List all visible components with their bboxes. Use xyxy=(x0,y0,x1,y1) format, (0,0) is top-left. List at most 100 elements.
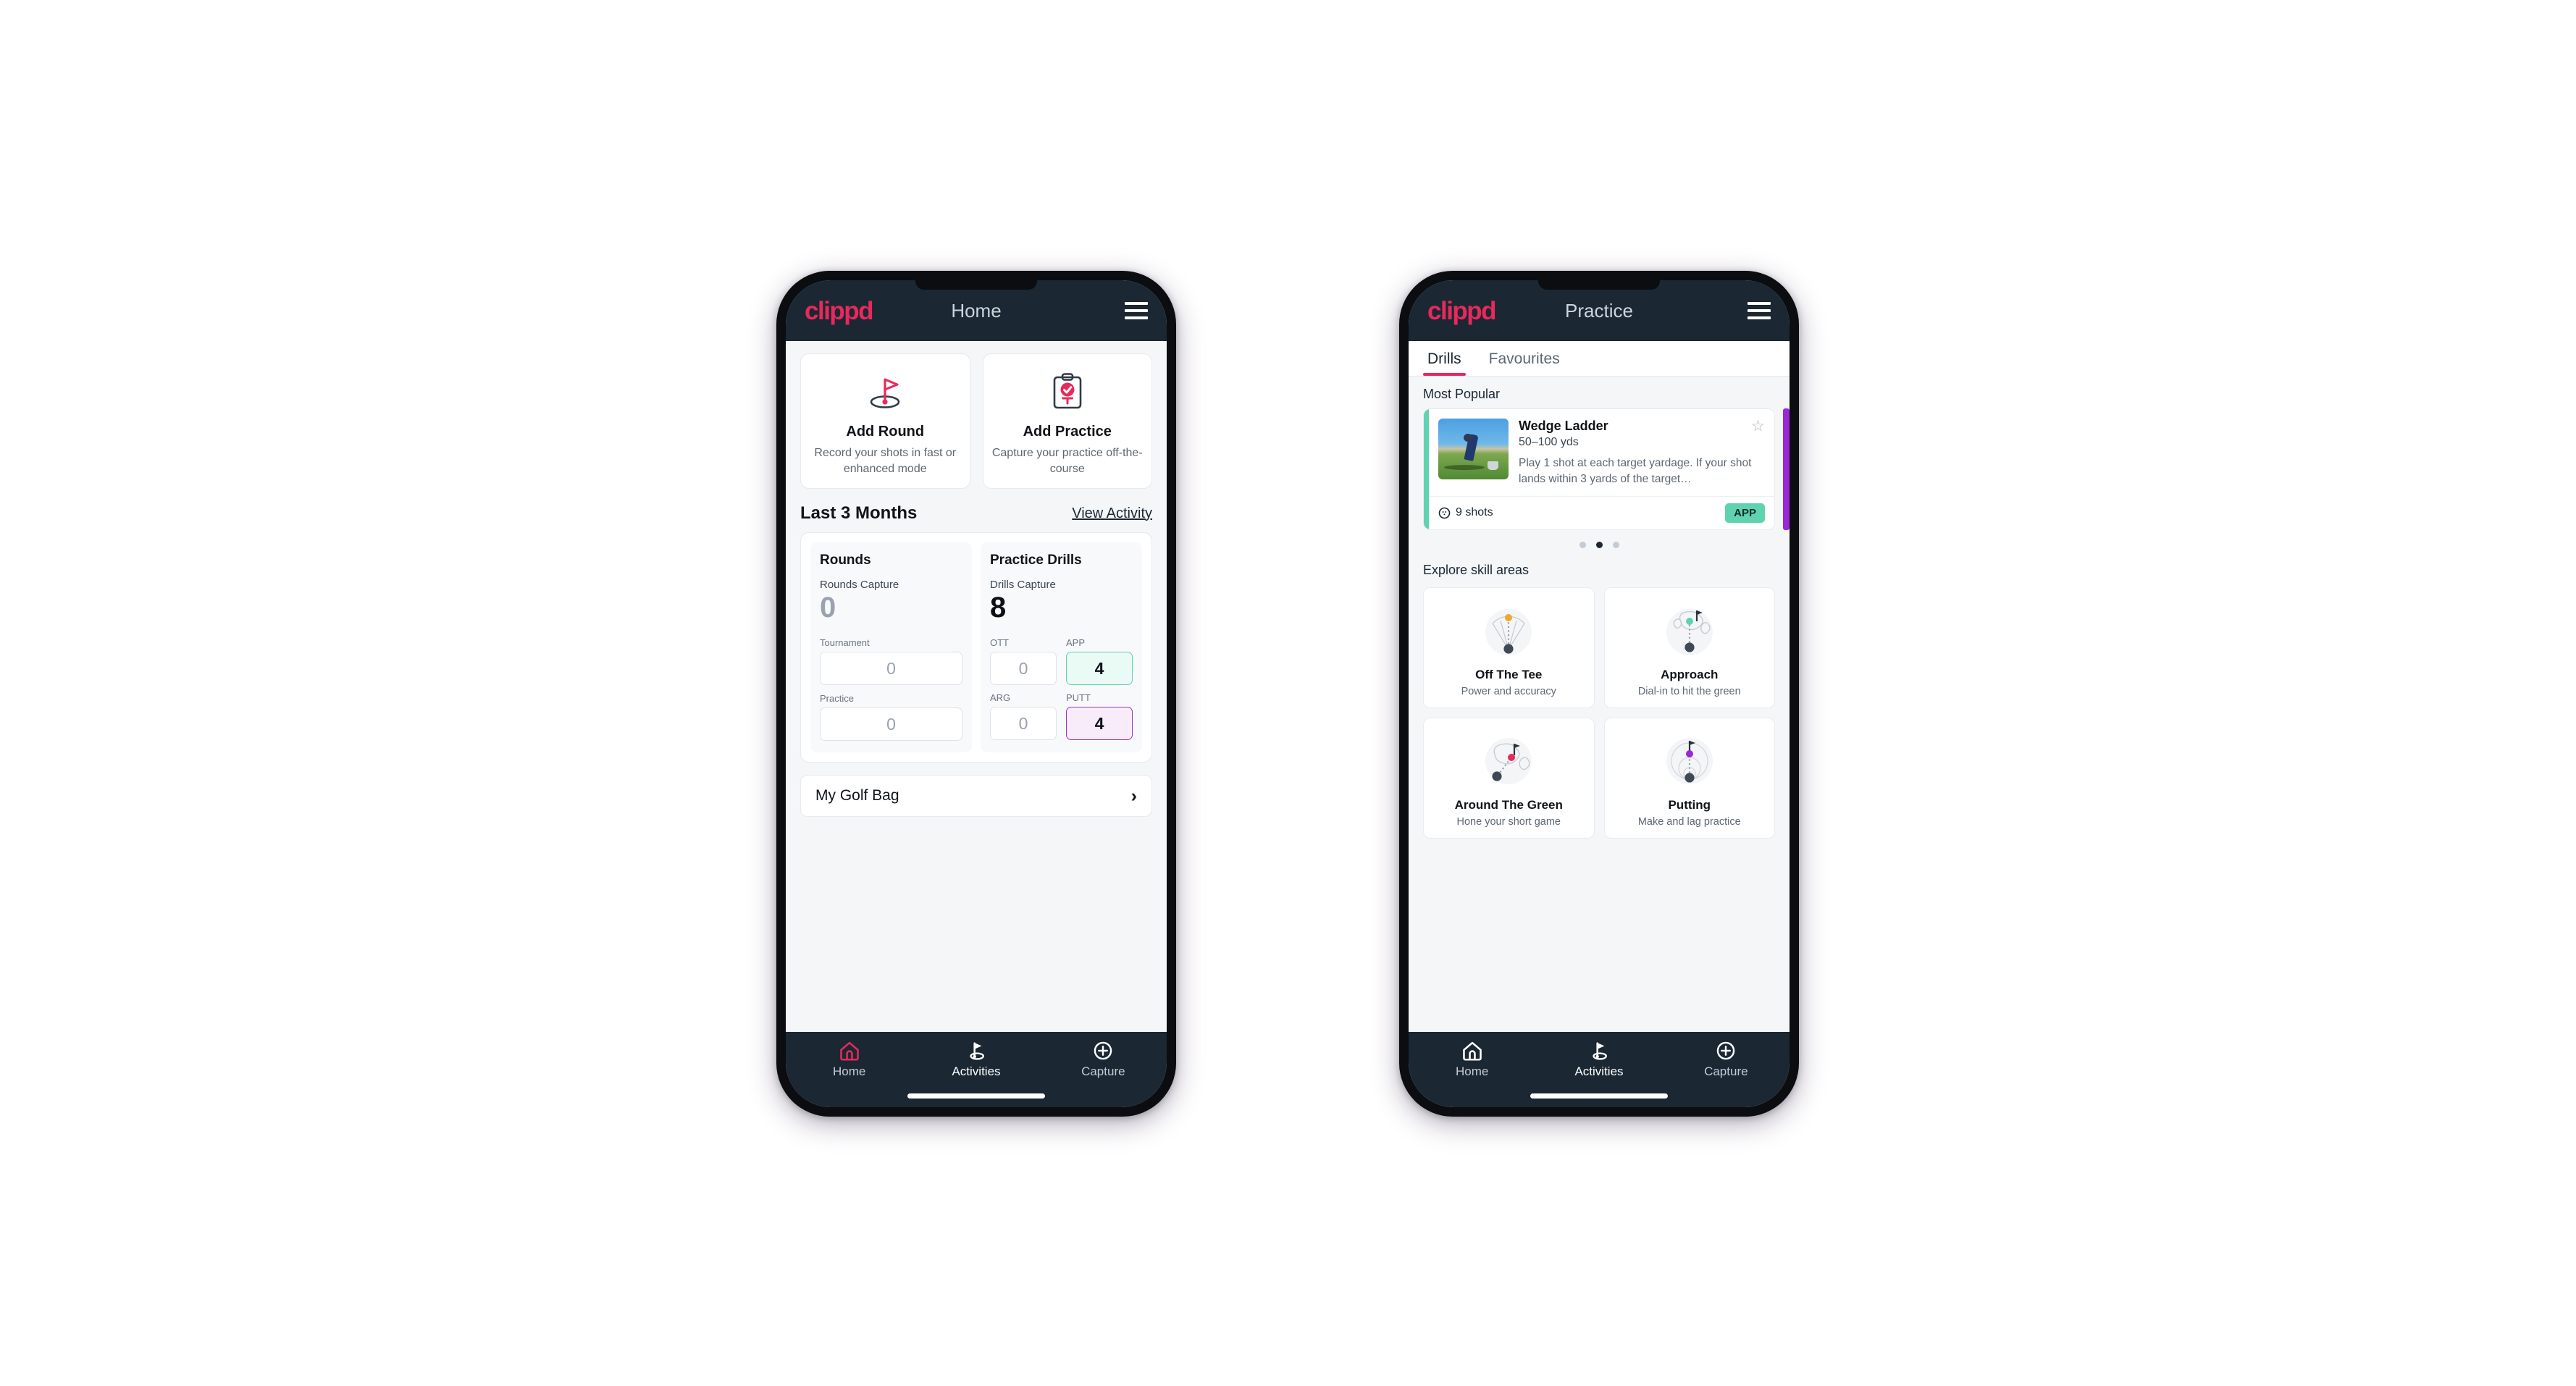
putt-rings-icon xyxy=(1657,728,1722,794)
tab-drills[interactable]: Drills xyxy=(1423,341,1466,376)
nav-item-home[interactable]: Home xyxy=(1409,1041,1535,1079)
add-round-card[interactable]: Add Round Record your shots in fast or e… xyxy=(800,353,970,490)
drills-stat-column: Practice Drills Drills Capture 8 OTT 0 A… xyxy=(981,542,1142,753)
nav-label: Capture xyxy=(1704,1064,1748,1078)
skill-card-putting[interactable]: Putting Make and lag practice xyxy=(1603,717,1775,839)
add-practice-subtitle: Capture your practice off-the-course xyxy=(991,447,1143,475)
nav-label: Activities xyxy=(1574,1064,1624,1078)
golf-flag-icon xyxy=(970,1042,984,1060)
explore-skill-areas-label: Explore skill areas xyxy=(1423,562,1530,577)
drill-shots: 9 shots xyxy=(1438,506,1493,519)
drills-capture-value: 8 xyxy=(990,592,1007,624)
field-value[interactable]: 0 xyxy=(990,652,1057,686)
golf-flag-hole-icon xyxy=(864,369,906,415)
skill-name: Around The Green xyxy=(1454,797,1563,812)
my-golf-bag-row[interactable]: My Golf Bag › xyxy=(800,775,1152,818)
add-practice-title: Add Practice xyxy=(1023,424,1112,440)
stats-card: Rounds Rounds Capture 0 Tournament 0 Pra… xyxy=(800,532,1152,763)
phone-mockup-home: clippd Home Add Round Record your shots … xyxy=(776,271,1176,1117)
hamburger-menu-icon[interactable] xyxy=(1125,302,1148,319)
drill-description: Play 1 shot at each target yardage. If y… xyxy=(1519,457,1752,486)
clippd-logo[interactable]: clippd xyxy=(805,298,874,324)
most-popular-label: Most Popular xyxy=(1423,387,1501,401)
skill-card-around-the-green[interactable]: Around The Green Hone your short game xyxy=(1423,717,1595,839)
golf-flag-icon xyxy=(1593,1042,1607,1060)
rounds-field-practice: Practice 0 xyxy=(820,693,962,742)
nav-item-home[interactable]: Home xyxy=(786,1041,912,1079)
drill-shots-label: 9 shots xyxy=(1456,506,1493,519)
nav-label: Home xyxy=(832,1064,866,1078)
practice-screen: clippd Practice Drills Favourites Most P… xyxy=(1409,280,1790,1107)
tee-fan-icon xyxy=(1476,598,1541,663)
practice-bottom-nav: Home Activities Capture xyxy=(1409,1032,1790,1107)
next-card-peek[interactable] xyxy=(1783,408,1790,530)
field-label: OTT xyxy=(990,637,1009,649)
star-outline-icon[interactable]: ☆ xyxy=(1751,419,1765,434)
carousel-dots[interactable] xyxy=(1409,530,1790,553)
practice-tabs: Drills Favourites xyxy=(1409,341,1790,377)
drill-yardage: 50–100 yds xyxy=(1519,436,1579,448)
drills-heading: Practice Drills xyxy=(990,553,1082,568)
rounds-capture-label: Rounds Capture xyxy=(820,579,899,592)
field-value[interactable]: 4 xyxy=(1066,707,1133,741)
drills-capture-label: Drills Capture xyxy=(990,579,1056,592)
carousel-dot[interactable] xyxy=(1579,541,1586,548)
nav-label: Home xyxy=(1455,1064,1489,1078)
view-activity-link[interactable]: View Activity xyxy=(1072,505,1152,522)
rounds-heading: Rounds xyxy=(820,553,871,568)
skill-sub: Make and lag practice xyxy=(1637,815,1741,828)
home-indicator xyxy=(1530,1093,1668,1099)
skill-name: Approach xyxy=(1661,667,1719,681)
carousel-dot[interactable] xyxy=(1612,541,1619,548)
field-value[interactable]: 0 xyxy=(990,707,1057,741)
field-value[interactable]: 0 xyxy=(820,652,962,686)
skill-sub: Power and accuracy xyxy=(1461,685,1556,697)
home-indicator xyxy=(907,1093,1045,1099)
drill-category-badge: APP xyxy=(1725,503,1765,523)
drill-carousel[interactable]: Wedge Ladder 50–100 yds ☆ Play 1 shot at… xyxy=(1409,408,1790,530)
practice-content: Most Popular Wedge Ladder 50–100 yds ☆ P… xyxy=(1409,377,1790,1032)
section-title: Last 3 Months xyxy=(800,503,918,524)
skill-area-grid: Off The Tee Power and accuracy Approach … xyxy=(1409,584,1790,839)
rounds-capture-value: 0 xyxy=(820,592,836,624)
field-value[interactable]: 0 xyxy=(820,707,962,742)
home-icon xyxy=(1462,1041,1482,1061)
field-label: ARG xyxy=(990,692,1011,704)
nav-item-activities[interactable]: Activities xyxy=(1535,1041,1662,1079)
drill-field-arg: ARG 0 xyxy=(990,692,1057,741)
carousel-dot-active[interactable] xyxy=(1595,541,1603,548)
quick-action-row: Add Round Record your shots in fast or e… xyxy=(786,341,1167,490)
device-notch xyxy=(915,280,1037,290)
plus-circle-icon xyxy=(1094,1041,1112,1060)
nav-item-capture[interactable]: Capture xyxy=(1663,1041,1790,1079)
skill-sub: Hone your short game xyxy=(1456,815,1561,828)
nav-label: Capture xyxy=(1081,1064,1125,1078)
skill-sub: Dial-in to hit the green xyxy=(1637,685,1741,697)
rounds-field-tournament: Tournament 0 xyxy=(820,637,962,686)
nav-item-activities[interactable]: Activities xyxy=(912,1041,1039,1079)
clipboard-check-tee-icon xyxy=(1049,369,1086,415)
add-round-subtitle: Record your shots in fast or enhanced mo… xyxy=(814,447,957,475)
drill-card[interactable]: Wedge Ladder 50–100 yds ☆ Play 1 shot at… xyxy=(1423,408,1775,530)
clippd-logo[interactable]: clippd xyxy=(1427,298,1497,324)
screenshot-canvas: clippd Home Add Round Record your shots … xyxy=(0,0,2576,1386)
my-golf-bag-label: My Golf Bag xyxy=(815,787,899,805)
golf-ball-icon xyxy=(1438,507,1451,519)
field-label: PUTT xyxy=(1066,692,1091,704)
skill-name: Putting xyxy=(1668,797,1711,812)
nav-item-capture[interactable]: Capture xyxy=(1040,1041,1167,1079)
add-round-title: Add Round xyxy=(846,424,925,440)
add-practice-card[interactable]: Add Practice Capture your practice off-t… xyxy=(982,353,1152,490)
skill-name: Off The Tee xyxy=(1475,667,1543,681)
plus-circle-icon xyxy=(1717,1041,1735,1060)
field-value[interactable]: 4 xyxy=(1066,652,1133,686)
skill-card-approach[interactable]: Approach Dial-in to hit the green xyxy=(1603,587,1775,708)
nav-label: Activities xyxy=(952,1064,1001,1078)
tab-favourites[interactable]: Favourites xyxy=(1485,341,1564,376)
home-screen: clippd Home Add Round Record your shots … xyxy=(786,280,1167,1107)
chip-green-icon xyxy=(1476,728,1541,794)
hamburger-menu-icon[interactable] xyxy=(1748,302,1771,319)
home-content: Add Round Record your shots in fast or e… xyxy=(786,341,1167,1032)
skill-card-off-the-tee[interactable]: Off The Tee Power and accuracy xyxy=(1423,587,1595,708)
drill-title: Wedge Ladder xyxy=(1519,419,1608,433)
